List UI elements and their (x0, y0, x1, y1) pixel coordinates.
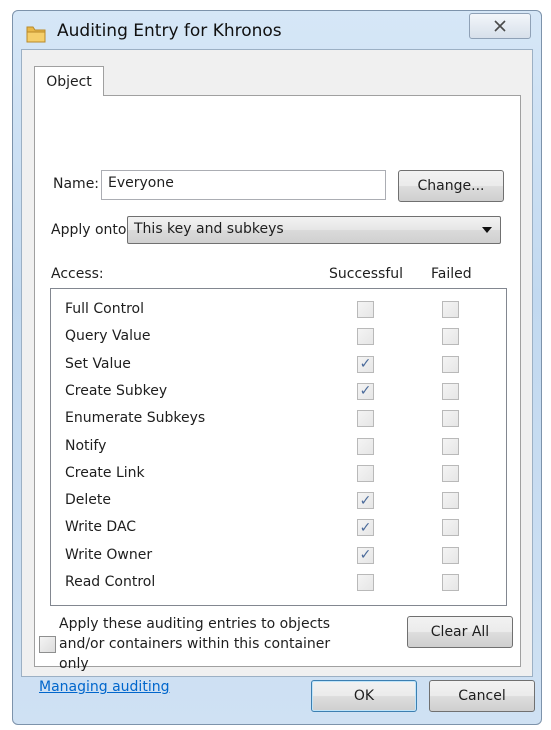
permission-row: Write Owner ✓ (51, 543, 506, 570)
successful-checkbox[interactable] (357, 410, 374, 428)
permission-name: Full Control (65, 301, 144, 317)
checkmark-icon: ✓ (359, 547, 372, 564)
apply-onto-value: This key and subkeys (134, 221, 284, 237)
permission-name: Set Value (65, 355, 131, 372)
title-bar[interactable]: Auditing Entry for Khronos (13, 11, 541, 51)
permission-row: Create Subkey ✓ (51, 379, 506, 406)
failed-checkbox[interactable] (442, 574, 459, 591)
permission-name: Delete (65, 492, 111, 509)
permission-row: Set Value ✓ (51, 352, 506, 379)
name-field[interactable]: Everyone (101, 170, 386, 200)
tab-object[interactable]: Object (34, 66, 104, 96)
checkmark-icon: ✓ (359, 519, 372, 536)
successful-checkbox[interactable] (357, 301, 374, 318)
successful-column-header: Successful (329, 266, 404, 282)
dialog-window: Auditing Entry for Khronos Object Name: … (12, 10, 542, 725)
permission-name: Read Control (65, 574, 156, 590)
permission-name: Enumerate Subkeys (65, 410, 206, 427)
name-label: Name: (53, 176, 100, 192)
change-button[interactable]: Change... (398, 170, 504, 202)
permission-row: Notify (51, 434, 506, 461)
dialog-client: Object Name: Everyone Change... Apply on… (21, 49, 533, 695)
successful-checkbox[interactable]: ✓ (357, 546, 374, 564)
cancel-button[interactable]: Cancel (429, 680, 535, 712)
permission-name: Write DAC (65, 519, 137, 536)
failed-checkbox[interactable] (442, 301, 459, 318)
successful-checkbox[interactable] (357, 437, 374, 455)
chevron-down-icon (482, 227, 492, 233)
folder-icon (26, 26, 46, 43)
access-label: Access: (51, 266, 104, 282)
failed-checkbox[interactable] (442, 464, 459, 482)
permission-row: Query Value (51, 324, 506, 351)
object-tab-panel: Name: Everyone Change... Apply onto: Thi… (34, 95, 521, 695)
successful-checkbox[interactable] (357, 328, 374, 346)
close-icon (494, 20, 506, 32)
permission-row: Write DAC ✓ (51, 515, 506, 542)
successful-checkbox[interactable]: ✓ (357, 382, 374, 400)
permission-row: Create Link (51, 461, 506, 488)
permissions-list[interactable]: Full Control Query Value Set Value ✓ Create … (50, 288, 507, 606)
apply-onto-select[interactable]: This key and subkeys (127, 216, 501, 244)
failed-checkbox[interactable] (442, 328, 459, 346)
apply-inherit-label: Apply these auditing entries to objects … (59, 616, 331, 672)
failed-checkbox[interactable] (442, 437, 459, 455)
successful-checkbox[interactable] (357, 464, 374, 482)
checkmark-icon: ✓ (359, 492, 372, 509)
failed-checkbox[interactable] (442, 382, 459, 400)
ok-button[interactable]: OK (311, 680, 417, 712)
permission-row: Read Control (51, 570, 506, 597)
permission-row: Delete ✓ (51, 488, 506, 515)
failed-checkbox[interactable] (442, 519, 459, 537)
successful-checkbox[interactable] (357, 574, 374, 591)
clear-all-button[interactable]: Clear All (407, 616, 513, 648)
successful-checkbox[interactable]: ✓ (357, 355, 374, 373)
failed-checkbox[interactable] (442, 546, 459, 564)
managing-auditing-link[interactable]: Managing auditing (39, 679, 169, 695)
apply-inherit-checkbox[interactable] (39, 636, 56, 653)
close-button[interactable] (469, 13, 531, 39)
permission-name: Create Link (65, 464, 145, 481)
permission-row: Enumerate Subkeys (51, 406, 506, 433)
permission-name: Create Subkey (65, 382, 168, 399)
successful-checkbox[interactable]: ✓ (357, 492, 374, 510)
permission-name: Write Owner (65, 546, 153, 563)
window-title: Auditing Entry for Khronos (57, 21, 282, 41)
permission-row: Full Control (51, 297, 506, 324)
failed-checkbox[interactable] (442, 355, 459, 373)
apply-onto-label: Apply onto: (51, 222, 132, 238)
failed-checkbox[interactable] (442, 410, 459, 428)
failed-checkbox[interactable] (442, 492, 459, 510)
checkmark-icon: ✓ (359, 383, 372, 400)
successful-checkbox[interactable]: ✓ (357, 519, 374, 537)
permission-name: Query Value (65, 328, 151, 345)
failed-column-header: Failed (431, 266, 472, 282)
checkmark-icon: ✓ (359, 356, 372, 373)
permission-name: Notify (65, 437, 107, 454)
